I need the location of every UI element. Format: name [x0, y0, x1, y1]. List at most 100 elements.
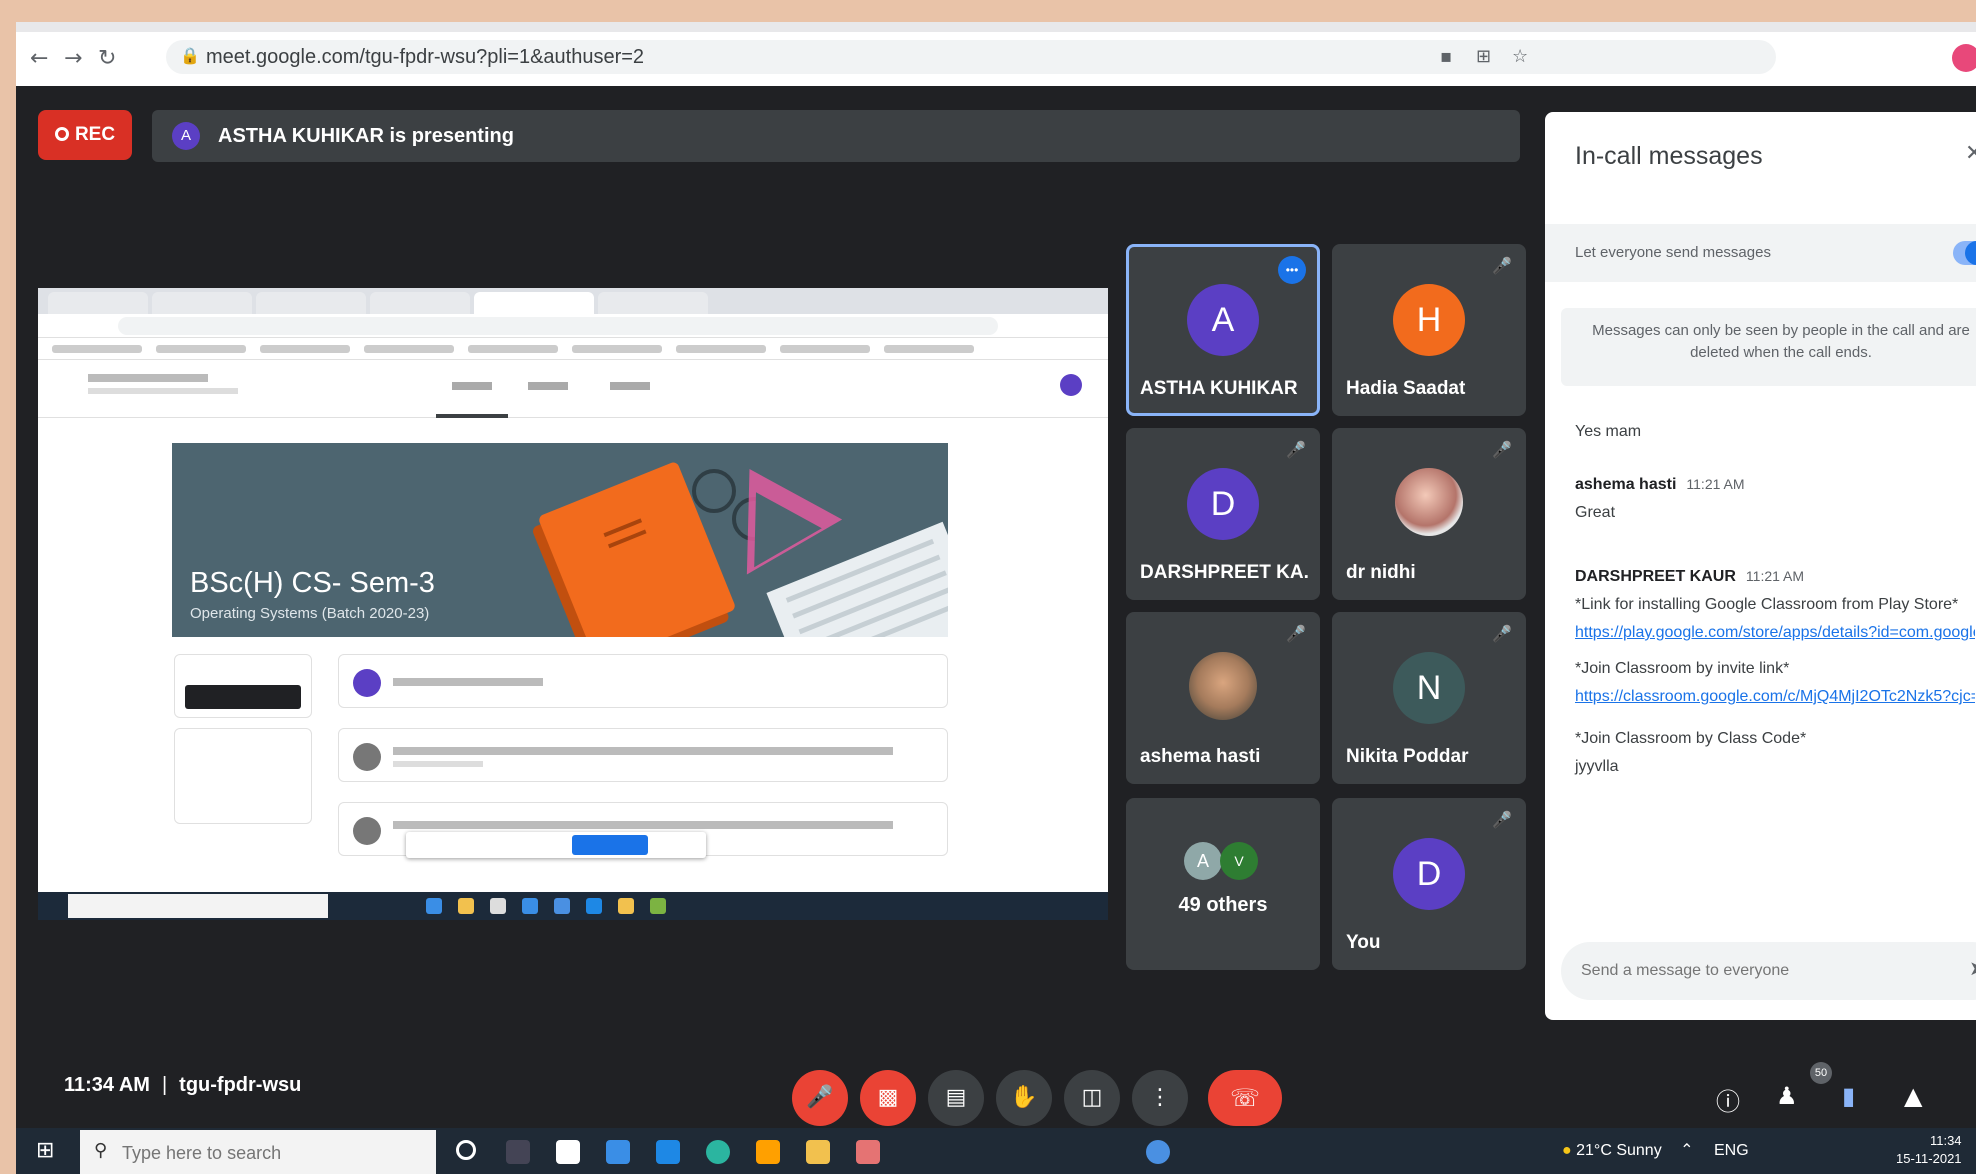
participant-tile[interactable]: 🎤 N Nikita Poddar	[1332, 612, 1526, 784]
task-view-icon[interactable]	[506, 1140, 530, 1164]
mic-off-icon: 🎤	[806, 1085, 834, 1110]
app-icon[interactable]	[1146, 1140, 1170, 1164]
participant-name: You	[1346, 932, 1381, 953]
message-sender: DARSHPREET KAUR	[1575, 568, 1736, 585]
presenting-bar: A ASTHA KUHIKAR is presenting	[152, 110, 1520, 162]
shared-tab	[48, 292, 148, 314]
app-icon[interactable]	[556, 1140, 580, 1164]
camera-icon[interactable]: ▪	[1440, 46, 1452, 67]
windows-start-icon[interactable]: ⊞	[36, 1138, 54, 1163]
avatar: N	[1393, 652, 1465, 724]
chat-input[interactable]	[1581, 956, 1941, 986]
shared-tab	[152, 292, 252, 314]
mic-off-button[interactable]: 🎤	[792, 1070, 848, 1126]
reload-icon[interactable]: ↻	[98, 46, 116, 71]
arrow-left-icon[interactable]: ←	[30, 46, 48, 71]
shared-address-bar	[38, 314, 1108, 338]
mic-off-icon: 🎤	[1286, 442, 1306, 459]
message-text: jyyvlla	[1575, 758, 1619, 775]
mic-off-icon: 🎤	[1492, 258, 1512, 275]
leave-call-button[interactable]: ☏	[1208, 1070, 1282, 1126]
participant-tile[interactable]: 🎤 D DARSHPREET KA...	[1126, 428, 1320, 600]
shared-tab-active	[474, 292, 594, 314]
stream-post	[338, 728, 948, 782]
message-link[interactable]: https://play.google.com/store/apps/detai…	[1575, 619, 1975, 647]
shared-tab	[598, 292, 708, 314]
meeting-code: tgu-fpdr-wsu	[179, 1074, 302, 1096]
participant-name: Nikita Poddar	[1346, 746, 1469, 767]
weather-icon: ●	[1562, 1142, 1572, 1159]
profile-photo	[1189, 652, 1257, 720]
chat-message: DARSHPREET KAUR 11:21 AM *Link for instal…	[1575, 562, 1975, 781]
message-text: Yes mam	[1575, 423, 1642, 440]
toggle-label: Let everyone send messages	[1575, 244, 1771, 261]
camera-off-icon: ▩	[877, 1085, 899, 1110]
arrow-right-icon[interactable]: →	[64, 46, 82, 71]
shared-browser-tabs	[38, 288, 1108, 314]
message-time: 11:21 AM	[1686, 476, 1745, 492]
meet-window: ← → ↻ 🔒 meet.google.com/tgu-fpdr-wsu?pli…	[16, 22, 1976, 1174]
shared-bookmarks	[38, 338, 1108, 360]
cortana-icon[interactable]	[456, 1140, 476, 1160]
activities-icon[interactable]: ▲	[1904, 1082, 1922, 1110]
weather-text[interactable]: 21°C Sunny	[1576, 1142, 1662, 1159]
avatar: D	[1393, 838, 1465, 910]
camera-off-button[interactable]: ▩	[860, 1070, 916, 1126]
chat-icon[interactable]: ▮	[1842, 1082, 1855, 1110]
course-subtitle: Operating Systems (Batch 2020-23)	[190, 605, 430, 622]
shared-screen: BSc(H) CS- Sem-3 Operating Systems (Batc…	[38, 288, 1108, 920]
address-bar[interactable]: 🔒 meet.google.com/tgu-fpdr-wsu?pli=1&aut…	[166, 40, 1776, 74]
course-title: BSc(H) CS- Sem-3	[190, 567, 435, 599]
file-explorer-icon[interactable]	[806, 1140, 830, 1164]
self-tile[interactable]: 🎤 D You	[1332, 798, 1526, 970]
windows-search-input[interactable]	[122, 1139, 412, 1167]
edge-icon[interactable]	[706, 1140, 730, 1164]
captions-icon: ▤	[945, 1085, 967, 1110]
info-icon[interactable]: ⓘ	[1716, 1082, 1740, 1117]
close-icon[interactable]: ✕	[1965, 140, 1976, 166]
dropbox-icon[interactable]	[656, 1140, 680, 1164]
participant-tile[interactable]: 🎤 dr nidhi	[1332, 428, 1526, 600]
participant-tile[interactable]: ••• A ASTHA KUHIKAR	[1126, 244, 1320, 416]
language-text[interactable]: ENG	[1714, 1142, 1749, 1159]
taskbar-clock[interactable]: 11:34 15-11-2021	[1896, 1132, 1962, 1168]
upcoming-card	[174, 728, 312, 824]
chevron-up-icon[interactable]: ⌃	[1680, 1142, 1693, 1159]
participant-name: DARSHPREET KA...	[1140, 562, 1310, 583]
people-icon[interactable]: ♟	[1776, 1082, 1798, 1110]
send-icon[interactable]: ➤	[1969, 956, 1976, 981]
message-text: *Join Classroom by Class Code*	[1575, 730, 1807, 747]
presenter-avatar: A	[172, 122, 200, 150]
mail-icon[interactable]	[606, 1140, 630, 1164]
raise-hand-button[interactable]: ✋	[996, 1070, 1052, 1126]
chat-title: In-call messages	[1575, 142, 1763, 170]
participant-name: ashema hasti	[1140, 746, 1261, 767]
app-icon[interactable]	[756, 1140, 780, 1164]
meet-link-card	[174, 654, 312, 718]
rec-label: REC	[74, 124, 116, 145]
others-tile[interactable]: A V 49 others	[1126, 798, 1320, 970]
participant-tile[interactable]: 🎤 H Hadia Saadat	[1332, 244, 1526, 416]
system-tray: ● 21°C Sunny ⌃ ENG	[1562, 1140, 1749, 1160]
present-button[interactable]: ◫	[1064, 1070, 1120, 1126]
message-link[interactable]: https://classroom.google.com/c/MjQ4MjI2O…	[1575, 683, 1975, 711]
avatar: A	[1184, 842, 1222, 880]
shared-tab	[256, 292, 366, 314]
star-icon[interactable]: ☆	[1512, 46, 1528, 67]
mic-off-icon: 🎤	[1492, 812, 1512, 829]
send-messages-toggle-row: Let everyone send messages	[1545, 224, 1976, 282]
search-icon: ⚲	[94, 1140, 108, 1161]
captions-button[interactable]: ▤	[928, 1070, 984, 1126]
chat-info: Messages can only be seen by people in t…	[1561, 308, 1976, 386]
profile-avatar[interactable]	[1952, 44, 1976, 72]
more-options-button[interactable]: ⋮	[1132, 1070, 1188, 1126]
record-icon	[54, 127, 69, 141]
class-banner: BSc(H) CS- Sem-3 Operating Systems (Batc…	[172, 443, 948, 637]
clock-date: 15-11-2021	[1896, 1151, 1962, 1166]
participant-tile[interactable]: 🎤 ashema hasti	[1126, 612, 1320, 784]
chrome-icon[interactable]	[856, 1140, 880, 1164]
install-icon[interactable]: ⊞	[1476, 46, 1491, 67]
participant-name: ASTHA KUHIKAR	[1140, 378, 1298, 399]
windows-search-box: ⚲	[80, 1130, 436, 1174]
clock-time: 11:34	[1929, 1133, 1962, 1148]
